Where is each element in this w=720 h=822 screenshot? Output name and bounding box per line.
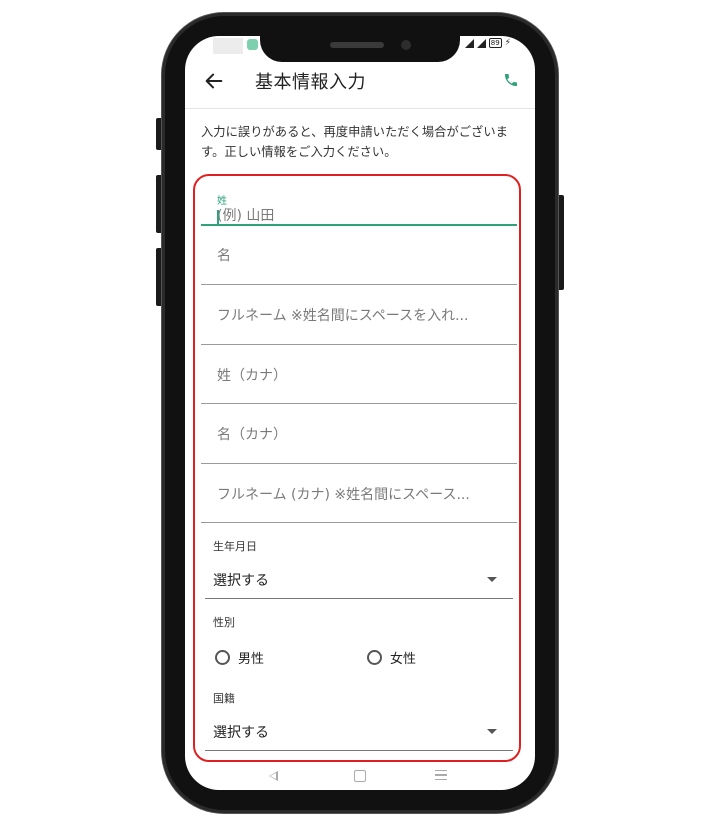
radio-button[interactable] — [215, 650, 230, 665]
nav-home-icon[interactable] — [354, 770, 366, 782]
status-time-placeholder — [213, 38, 243, 54]
last-name-kana-input[interactable] — [201, 366, 517, 386]
phone-speaker — [330, 42, 384, 48]
first-name-kana-field[interactable] — [201, 405, 517, 464]
app-screen: 89 ⚡ 基本情報入力 入力に誤りがあると、再度申請いただく場合がございます。正… — [185, 36, 535, 790]
gender-male-label: 男性 — [238, 652, 265, 667]
gender-option-male[interactable]: 男性 — [215, 648, 264, 667]
gender-label: 性別 — [213, 616, 235, 629]
dropdown-icon — [487, 577, 497, 582]
full-name-kana-input[interactable] — [201, 485, 517, 505]
radio-button[interactable] — [367, 650, 382, 665]
gender-option-female[interactable]: 女性 — [367, 648, 416, 667]
battery-icon: 89 — [488, 38, 502, 48]
first-name-input[interactable] — [201, 246, 517, 266]
text-caret — [217, 210, 219, 226]
birthdate-value: 選択する — [213, 573, 269, 589]
full-name-field[interactable] — [201, 286, 517, 345]
last-name-label: 姓 — [217, 196, 227, 207]
status-indicators: 89 ⚡ — [464, 38, 511, 48]
last-name-field[interactable]: 姓 — [201, 186, 517, 226]
last-name-kana-field[interactable] — [201, 346, 517, 404]
signal-icon — [464, 38, 474, 48]
nationality-label: 国籍 — [213, 692, 235, 705]
first-name-kana-input[interactable] — [201, 425, 517, 445]
birthdate-select[interactable]: 選択する — [205, 562, 513, 599]
nationality-value: 選択する — [213, 725, 269, 741]
phone-icon[interactable] — [503, 72, 519, 88]
front-camera — [401, 40, 411, 50]
back-arrow-icon[interactable] — [203, 70, 225, 92]
notice-text: 入力に誤りがあると、再度申請いただく場合がございます。正しい情報をご入力ください… — [201, 125, 508, 159]
app-bar: 基本情報入力 — [185, 62, 535, 109]
power-button — [557, 195, 564, 290]
page-title: 基本情報入力 — [255, 72, 366, 93]
signal-icon — [476, 38, 486, 48]
birthdate-label: 生年月日 — [213, 540, 257, 553]
first-name-field[interactable] — [201, 226, 517, 285]
dropdown-icon — [487, 729, 497, 734]
nav-back-icon[interactable] — [269, 771, 278, 781]
system-nav-bar — [185, 764, 535, 790]
nav-menu-icon[interactable] — [435, 770, 447, 780]
full-name-kana-field[interactable] — [201, 465, 517, 523]
notification-app-icon — [247, 39, 258, 50]
gender-female-label: 女性 — [390, 652, 417, 667]
stage: 89 ⚡ 基本情報入力 入力に誤りがあると、再度申請いただく場合がございます。正… — [0, 0, 720, 822]
last-name-input[interactable] — [201, 206, 517, 226]
charging-icon: ⚡ — [504, 38, 511, 48]
full-name-input[interactable] — [201, 306, 517, 326]
nationality-select[interactable]: 選択する — [205, 714, 513, 751]
